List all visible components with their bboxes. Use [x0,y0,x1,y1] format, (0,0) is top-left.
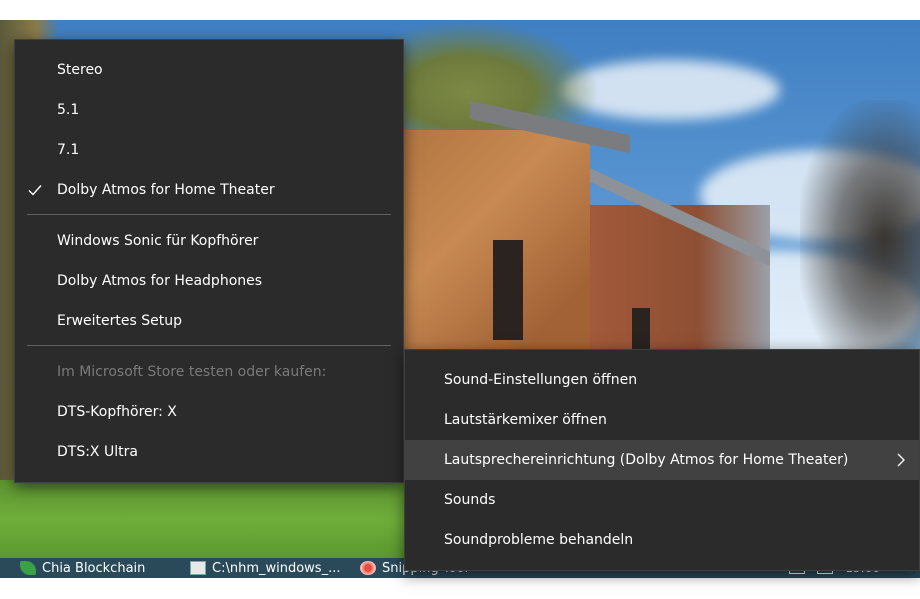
sound-context-menu: Sound-Einstellungen öffnen Lautstärkemix… [404,349,920,571]
chia-leaf-icon [20,561,36,575]
taskbar-app-label: Chia Blockchain [42,560,146,576]
taskbar-app-explorer[interactable]: C:\nhm_windows_... [190,558,340,578]
store-header-label: Im Microsoft Store testen oder kaufen: [57,364,327,380]
menu-item-label: Dolby Atmos for Home Theater [57,182,275,198]
menu-item-dolby-atmos-headphones[interactable]: Dolby Atmos for Headphones [15,261,403,301]
menu-item-label: Windows Sonic für Kopfhörer [57,233,259,249]
menu-item-label: Lautsprechereinrichtung (Dolby Atmos for… [444,452,849,468]
menu-separator [27,214,391,215]
menu-item-label: Dolby Atmos for Headphones [57,273,263,289]
menu-item-label: Stereo [57,62,103,78]
menu-item-speaker-setup[interactable]: Lautsprechereinrichtung (Dolby Atmos for… [405,440,919,480]
snipping-tool-icon [360,561,376,575]
menu-separator [27,345,391,346]
menu-item-label: Sound-Einstellungen öffnen [444,372,638,388]
menu-item-label: 7.1 [57,142,80,158]
store-section-header: Im Microsoft Store testen oder kaufen: [15,352,403,392]
chevron-right-icon [897,453,905,467]
menu-item-label: Soundprobleme behandeln [444,532,634,548]
menu-item-dolby-atmos-home-theater[interactable]: Dolby Atmos for Home Theater [15,170,403,210]
menu-item-dts-headphone-x[interactable]: DTS-Kopfhörer: X [15,392,403,432]
menu-item-label: 5.1 [57,102,80,118]
menu-item-label: Sounds [444,492,496,508]
menu-item-5-1[interactable]: 5.1 [15,90,403,130]
menu-item-troubleshoot-sound[interactable]: Soundprobleme behandeln [405,520,919,560]
menu-item-windows-sonic[interactable]: Windows Sonic für Kopfhörer [15,221,403,261]
spatial-audio-menu: Stereo 5.1 7.1 Dolby Atmos for Home Thea… [14,39,404,483]
checkmark-icon [28,185,42,196]
taskbar-app-label: C:\nhm_windows_... [212,560,341,576]
menu-item-label: Lautstärkemixer öffnen [444,412,607,428]
folder-window-icon [190,561,206,575]
menu-item-label: DTS:X Ultra [57,444,138,460]
menu-item-stereo[interactable]: Stereo [15,50,403,90]
menu-item-open-sound-settings[interactable]: Sound-Einstellungen öffnen [405,360,919,400]
menu-item-7-1[interactable]: 7.1 [15,130,403,170]
menu-item-dts-x-ultra[interactable]: DTS:X Ultra [15,432,403,472]
menu-item-label: DTS-Kopfhörer: X [57,404,177,420]
screen-border [0,578,920,599]
menu-item-label: Erweitertes Setup [57,313,183,329]
menu-item-open-volume-mixer[interactable]: Lautstärkemixer öffnen [405,400,919,440]
menu-item-sounds[interactable]: Sounds [405,480,919,520]
taskbar-app-chia[interactable]: Chia Blockchain [20,558,145,578]
menu-item-advanced-setup[interactable]: Erweitertes Setup [15,301,403,341]
